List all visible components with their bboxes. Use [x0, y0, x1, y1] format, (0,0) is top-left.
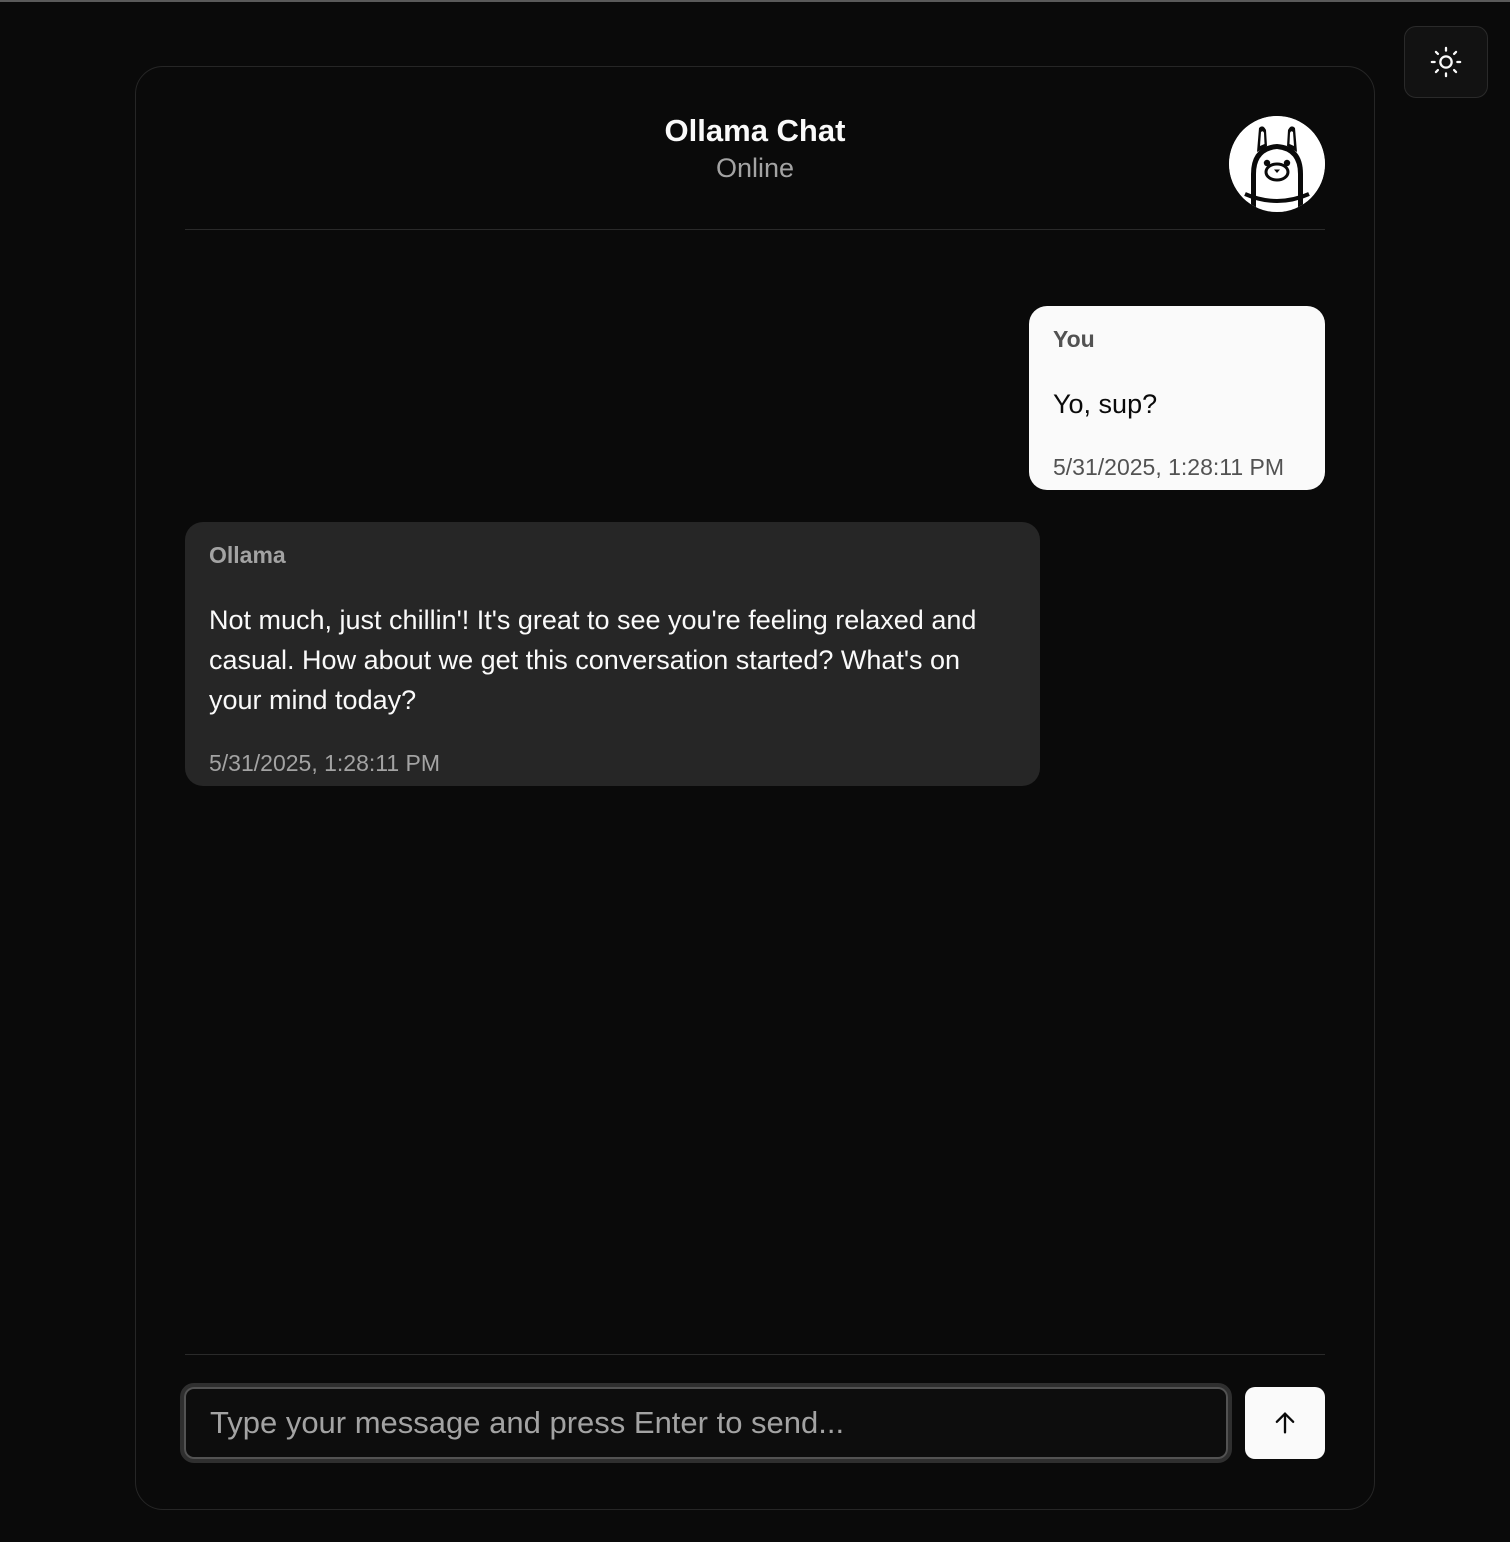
avatar — [1229, 116, 1325, 212]
arrow-up-icon — [1275, 1412, 1295, 1434]
message-sender: Ollama — [209, 542, 286, 568]
page-title: Ollama Chat — [664, 113, 846, 148]
window-top-border — [0, 0, 1510, 2]
message-bubble-assistant: Ollama Not much, just chillin'! It's gre… — [185, 522, 1040, 786]
composer — [180, 1354, 1325, 1475]
chat-header: Ollama Chat Online — [185, 67, 1325, 230]
message-timestamp: 5/31/2025, 1:28:11 PM — [1053, 454, 1285, 480]
message-text: Yo, sup? — [1053, 389, 1158, 419]
message-text: Not much, just chillin'! It's great to s… — [209, 605, 977, 715]
message-timestamp: 5/31/2025, 1:28:11 PM — [209, 750, 441, 776]
status-text: Online — [715, 153, 795, 183]
message-bubble-user: You Yo, sup? 5/31/2025, 1:28:11 PM — [1029, 306, 1325, 490]
ollama-llama-icon — [1229, 116, 1325, 212]
send-button[interactable] — [1245, 1387, 1325, 1459]
message-input-wrapper — [180, 1383, 1232, 1463]
sun-icon — [1430, 46, 1462, 78]
chat-card: Ollama Chat Online You Yo, sup? 5/31/202… — [135, 66, 1375, 1510]
message-list: You Yo, sup? 5/31/2025, 1:28:11 PM Ollam… — [185, 230, 1325, 1354]
message-sender: You — [1053, 326, 1095, 352]
theme-toggle-button[interactable] — [1404, 26, 1488, 98]
message-input[interactable] — [184, 1387, 1228, 1459]
